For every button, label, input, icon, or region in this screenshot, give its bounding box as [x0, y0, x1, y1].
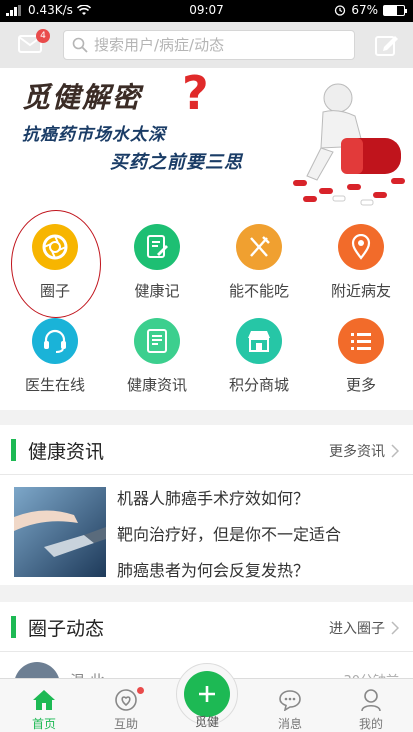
grid-item-label: 更多: [345, 376, 376, 394]
document-icon: [134, 318, 180, 364]
tab-label: 我的: [358, 717, 383, 731]
health-news-header: 健康资讯 更多资讯: [0, 425, 413, 475]
list-icon: [338, 318, 384, 364]
home-icon: [4, 685, 84, 715]
search-icon: [72, 37, 88, 53]
grid-item-circle[interactable]: 圈子: [10, 224, 100, 301]
grid-item-can-eat[interactable]: 能不能吃: [214, 224, 304, 301]
news-headlines: 机器人肺癌手术疗效如何？ 靶向治疗好，但是你不一定适合 肺癌患者为何会反复发热？: [117, 481, 341, 589]
battery-percent: 67%: [351, 3, 378, 17]
pill-figure-illustration: [293, 83, 405, 206]
circle-aperture-icon: [32, 224, 78, 270]
alarm-icon: [335, 5, 346, 16]
more-news-link[interactable]: 更多资讯: [329, 441, 399, 461]
grid-item-label: 医生在线: [24, 376, 85, 394]
edit-icon: [375, 36, 398, 56]
enter-circle-link[interactable]: 进入圈子: [329, 618, 399, 638]
grid-item-health-news[interactable]: 健康资讯: [112, 318, 202, 395]
tab-messages[interactable]: 消息: [250, 679, 330, 732]
news-item[interactable]: 靶向治疗好，但是你不一定适合: [117, 517, 341, 553]
grid-item-health-journal[interactable]: 健康记: [112, 224, 202, 301]
news-item[interactable]: 机器人肺癌手术疗效如何？: [117, 481, 341, 517]
grid-item-label: 健康记: [134, 282, 180, 300]
promo-banner[interactable]: 觅健解密 ? 抗癌药市场水太深 买药之前要三思: [0, 68, 413, 210]
heart-hand-icon: [86, 685, 166, 715]
section-title: 圈子动态: [28, 618, 105, 640]
person-icon: [331, 685, 411, 715]
chevron-right-icon: [391, 621, 399, 635]
search-box[interactable]: [63, 30, 355, 60]
section-title: 健康资讯: [28, 441, 105, 463]
banner-line-1: 抗癌药市场水太深: [22, 125, 166, 145]
grid-item-label: 能不能吃: [228, 282, 289, 300]
search-input[interactable]: [94, 36, 334, 54]
notebook-edit-icon: [134, 224, 180, 270]
status-right: 67%: [334, 3, 407, 17]
plus-icon: [184, 671, 230, 717]
status-bar: 0.43K/s 09:07 67%: [0, 0, 413, 22]
grid-item-doctor-online[interactable]: 医生在线: [10, 318, 100, 395]
battery-fill: [384, 5, 398, 15]
mail-button[interactable]: 4: [18, 29, 50, 53]
tab-home[interactable]: 首页: [4, 679, 84, 732]
center-tab-label: 觅健: [194, 715, 219, 729]
tab-label: 互助: [113, 717, 138, 731]
app-screen: 0.43K/s 09:07 67% 4 搜索用户/病症/动态 觅健解密 ? 抗癌…: [0, 0, 413, 732]
banner-line-2: 买药之前要三思: [110, 152, 243, 173]
compose-button[interactable]: [375, 34, 399, 56]
store-icon: [236, 318, 282, 364]
news-thumbnail[interactable]: [14, 487, 106, 577]
grid-item-label: 积分商城: [228, 376, 289, 394]
grid-item-more[interactable]: 更多: [316, 318, 406, 395]
grid-item-nearby-patients[interactable]: 附近病友: [316, 224, 406, 301]
enter-circle-label: 进入圈子: [329, 621, 385, 637]
chat-bubble-icon: [250, 685, 330, 715]
section-accent-bar: [11, 439, 16, 461]
grid-item-label: 附近病友: [330, 282, 391, 300]
banner-title: 觅健解密: [22, 81, 143, 114]
section-accent-bar: [11, 616, 16, 638]
tab-label: 首页: [31, 717, 56, 731]
headset-icon: [32, 318, 78, 364]
bottom-tab-bar: 首页 互助 觅健 消息 我的: [0, 663, 413, 732]
more-news-label: 更多资讯: [329, 444, 385, 460]
grid-item-points-mall[interactable]: 积分商城: [214, 318, 304, 395]
tab-label: 消息: [277, 717, 302, 731]
mail-badge: 4: [36, 29, 50, 43]
top-header: 4: [0, 22, 413, 68]
battery-icon: [383, 4, 407, 16]
news-item[interactable]: 肺癌患者为何会反复发热？: [117, 553, 341, 589]
chevron-right-icon: [391, 444, 399, 458]
question-mark-icon: ?: [182, 68, 209, 120]
location-pin-icon: [338, 224, 384, 270]
grid-item-label: 健康资讯: [126, 376, 187, 394]
notification-dot: [137, 687, 144, 694]
health-news-list: 机器人肺癌手术疗效如何？ 靶向治疗好，但是你不一定适合 肺癌患者为何会反复发热？: [0, 475, 413, 585]
grid-item-label: 圈子: [39, 282, 70, 300]
fork-knife-icon: [236, 224, 282, 270]
tab-interact[interactable]: 互助: [86, 679, 166, 732]
feature-grid: 圈子 健康记 能不能吃 附近病友 医生在线 健康资讯 积分商城 更多: [0, 210, 413, 410]
circle-feed-header: 圈子动态 进入圈子: [0, 602, 413, 652]
tab-mine[interactable]: 我的: [331, 679, 411, 732]
